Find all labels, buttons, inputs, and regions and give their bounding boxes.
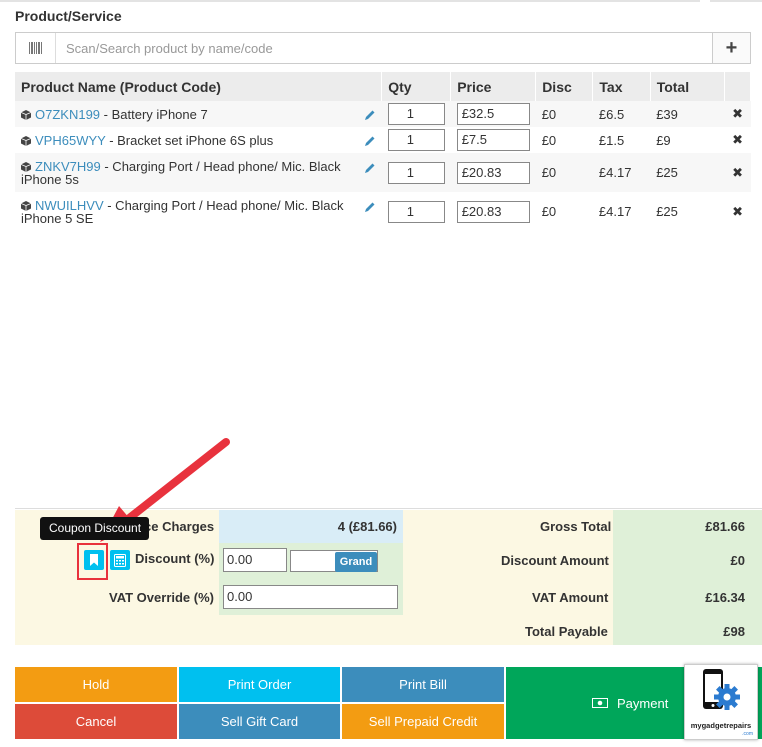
annotation-arrow <box>100 438 230 542</box>
coupon-discount-tooltip: Coupon Discount <box>40 517 149 540</box>
